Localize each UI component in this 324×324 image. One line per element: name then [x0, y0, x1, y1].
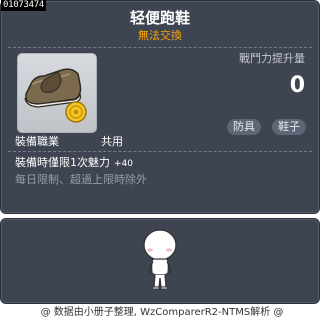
category-badge: 防具 [227, 119, 261, 135]
footer-credit: @ 数据由小册子整理, WzComparerR2-NTMS解析 @ [40, 307, 284, 318]
combat-power-label: 戰鬥力提升量 [239, 52, 305, 65]
item-id: 01073474 [1, 0, 46, 11]
item-name: 轻便跑鞋 [129, 9, 190, 27]
shoe-icon [24, 68, 87, 123]
coin-icon [65, 101, 87, 123]
avatar-figure [143, 229, 177, 290]
limit-note: 每日限制、超過上限時除外 [15, 173, 147, 186]
trade-status: 無法交換 [138, 29, 182, 42]
effect-line: 裝備時僅限1次魅力 +40 [15, 156, 133, 171]
job-value: 共用 [101, 135, 123, 148]
divider [8, 47, 312, 48]
combat-power-value: 0 [289, 73, 305, 98]
item-tooltip-panel: 轻便跑鞋 無法交換 戰鬥力提升量 0 防具 鞋子 裝備職業 共用 裝備時僅限1次… [0, 0, 320, 214]
job-label: 裝備職業 [15, 135, 59, 148]
item-icon-frame [17, 53, 97, 133]
item-tooltip-screen: 轻便跑鞋 無法交換 戰鬥力提升量 0 防具 鞋子 裝備職業 共用 裝備時僅限1次… [0, 0, 324, 324]
divider [8, 151, 312, 152]
effect-amount: +40 [114, 159, 133, 169]
subtype-badge: 鞋子 [272, 119, 306, 135]
effect-text: 裝備時僅限1次魅力 [15, 156, 110, 169]
avatar-preview-panel [0, 218, 320, 304]
